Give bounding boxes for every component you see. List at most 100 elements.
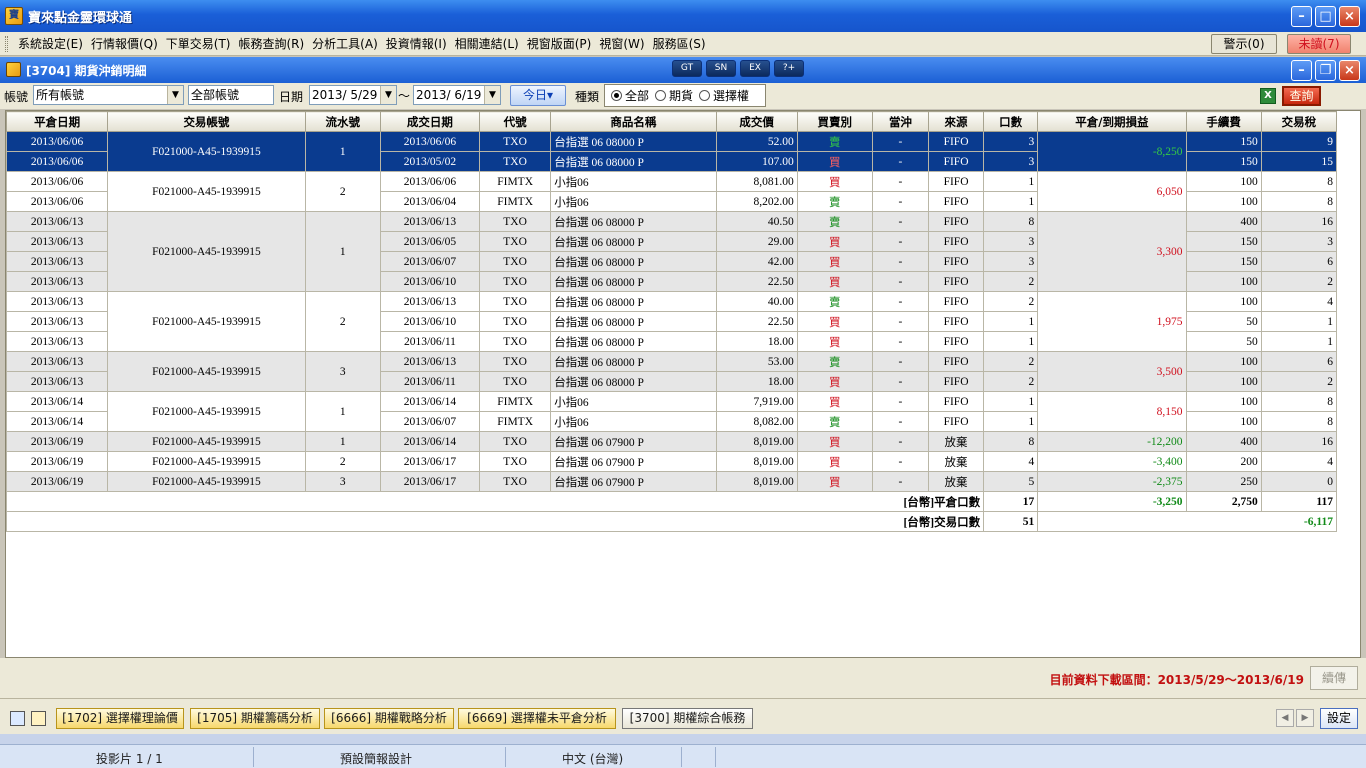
fee-cell: 100 xyxy=(1185,371,1262,392)
close-date-cell: 2013/06/13 xyxy=(6,251,109,272)
column-header[interactable]: 交易稅 xyxy=(1260,111,1338,132)
unread-button[interactable]: 未讀(7) xyxy=(1287,34,1351,54)
menu-item[interactable]: 分析工具(A) xyxy=(308,36,382,52)
today-button[interactable]: 今日▾ xyxy=(510,85,566,106)
account-select[interactable]: 所有帳號 ▼ xyxy=(33,85,184,105)
daytrade-cell: - xyxy=(871,271,930,292)
scroll-right-icon[interactable]: ▶ xyxy=(1296,709,1314,727)
menu-bar: 系統設定(E) 行情報價(Q) 下單交易(T) 帳務查詢(R) 分析工具(A) 投資情報(… xyxy=(0,32,1366,56)
menu-item[interactable]: 帳務查詢(R) xyxy=(234,36,308,52)
source-cell: 放棄 xyxy=(927,471,985,492)
table-row[interactable]: 2013/06/19 F021000-A45-1939915 3 2013/06/17… xyxy=(6,471,1338,492)
type-radio[interactable]: 期貨 xyxy=(655,87,693,104)
date-to-picker[interactable]: 2013/ 6/19 ▼ xyxy=(413,85,501,105)
tax-cell: 6 xyxy=(1260,351,1338,372)
menu-item[interactable]: 下單交易(T) xyxy=(162,36,235,52)
table-row[interactable]: 2013/06/06 F021000-A45-1939915 2 2013/06/06… xyxy=(6,171,1338,212)
toolbar-help[interactable]: ?+ xyxy=(774,60,804,77)
column-header[interactable]: 買賣別 xyxy=(796,111,873,132)
column-header[interactable]: 成交價 xyxy=(715,111,798,132)
table-row[interactable]: 2013/06/19 F021000-A45-1939915 2 2013/06/17… xyxy=(6,451,1338,472)
price-cell: 42.00 xyxy=(715,251,798,272)
column-header[interactable]: 當沖 xyxy=(871,111,930,132)
trade-net-total: -6,117 xyxy=(1037,511,1337,532)
daytrade-cell: - xyxy=(871,311,930,332)
minimize-button[interactable]: – xyxy=(1291,6,1312,27)
continue-button[interactable]: 續傳 xyxy=(1310,666,1358,690)
close-date-cell: 2013/06/06 xyxy=(6,191,109,212)
slide-indicator: 投影片 1 / 1 xyxy=(96,752,163,766)
column-header[interactable]: 代號 xyxy=(479,111,552,132)
account-all-field[interactable]: 全部帳號 xyxy=(188,85,274,105)
maximize-button[interactable]: □ xyxy=(1315,6,1336,27)
task-button[interactable]: [6669] 選擇權未平倉分析 xyxy=(458,708,616,729)
date-from-picker[interactable]: 2013/ 5/29 ▼ xyxy=(309,85,397,105)
menu-item[interactable]: 視窗(W) xyxy=(595,36,648,52)
table-row[interactable]: 2013/06/13 F021000-A45-1939915 3 2013/06/13… xyxy=(6,351,1338,392)
data-grid[interactable]: 平倉日期 交易帳號 流水號 成交日期 代號 商品名稱 成交價 買賣別 當沖 來源 口數 平倉/到期損益… xyxy=(5,110,1361,658)
trade-date-cell: 2013/06/10 xyxy=(379,311,481,332)
price-cell: 22.50 xyxy=(715,271,798,292)
cascade-window-icon[interactable] xyxy=(31,711,46,726)
settings-button[interactable]: 設定 xyxy=(1320,708,1358,729)
sub-restore-button[interactable]: ❐ xyxy=(1315,60,1336,81)
code-cell: TXO xyxy=(479,211,552,232)
trade-date-cell: 2013/06/07 xyxy=(379,411,481,432)
column-header[interactable]: 商品名稱 xyxy=(550,111,717,132)
table-row[interactable]: 2013/06/06 F021000-A45-1939915 1 2013/06/06… xyxy=(6,131,1338,172)
table-row[interactable]: 2013/06/14 F021000-A45-1939915 1 2013/06/14… xyxy=(6,391,1338,432)
menu-item[interactable]: 投資情報(I) xyxy=(382,36,451,52)
type-radio[interactable]: 全部 xyxy=(611,87,649,104)
excel-export-icon[interactable]: X xyxy=(1260,88,1276,104)
radio-label: 期貨 xyxy=(669,89,694,103)
price-cell: 8,019.00 xyxy=(715,431,798,452)
type-radio[interactable]: 選擇權 xyxy=(699,87,749,104)
menu-item[interactable]: 視窗版面(P) xyxy=(523,36,596,52)
column-header[interactable]: 口數 xyxy=(983,111,1039,132)
column-header[interactable]: 平倉日期 xyxy=(6,111,109,132)
task-button[interactable]: [1702] 選擇權理論價 xyxy=(56,708,184,729)
menu-item[interactable]: 行情報價(Q) xyxy=(87,36,162,52)
price-cell: 22.50 xyxy=(715,311,798,332)
sub-close-button[interactable]: × xyxy=(1339,60,1360,81)
table-row[interactable]: 2013/06/13 F021000-A45-1939915 2 2013/06/13… xyxy=(6,291,1338,352)
column-header[interactable]: 流水號 xyxy=(304,111,381,132)
menu-item[interactable]: 服務區(S) xyxy=(649,36,710,52)
serial-cell: 2 xyxy=(304,291,381,352)
task-button[interactable]: [6666] 期權戰略分析 xyxy=(324,708,454,729)
close-total-label: [台幣]平倉口數 xyxy=(6,491,985,512)
task-button[interactable]: [3700] 期權綜合帳務 xyxy=(622,708,753,729)
source-cell: FIFO xyxy=(927,331,985,352)
query-button[interactable]: 查詢 xyxy=(1282,86,1321,106)
menu-item[interactable]: 系統設定(E) xyxy=(14,36,87,52)
fee-cell: 100 xyxy=(1185,351,1262,372)
toolbar-tool-1[interactable]: GT xyxy=(672,60,702,77)
source-cell: FIFO xyxy=(927,251,985,272)
task-button[interactable]: [1705] 期權籌碼分析 xyxy=(190,708,320,729)
quantity-cell: 3 xyxy=(983,231,1039,252)
tile-window-icon[interactable] xyxy=(10,711,25,726)
trade-date-cell: 2013/06/14 xyxy=(379,391,481,412)
table-row[interactable]: 2013/06/13 F021000-A45-1939915 1 2013/06/13… xyxy=(6,211,1338,292)
column-header[interactable]: 交易帳號 xyxy=(107,111,306,132)
menu-item[interactable]: 相關連結(L) xyxy=(451,36,523,52)
column-header[interactable]: 來源 xyxy=(927,111,985,132)
side-cell: 賣 xyxy=(796,131,873,152)
toolbar-tool-2[interactable]: SN xyxy=(706,60,736,77)
scroll-left-icon[interactable]: ◀ xyxy=(1276,709,1294,727)
side-cell: 買 xyxy=(796,451,873,472)
quantity-cell: 1 xyxy=(983,311,1039,332)
column-header[interactable]: 平倉/到期損益 xyxy=(1037,111,1187,132)
price-cell: 8,019.00 xyxy=(715,451,798,472)
column-header[interactable]: 成交日期 xyxy=(379,111,481,132)
pnl-cell: 6,050 xyxy=(1037,171,1187,212)
fee-cell: 400 xyxy=(1185,211,1262,232)
close-button[interactable]: × xyxy=(1339,6,1360,27)
column-header[interactable]: 手續費 xyxy=(1185,111,1262,132)
product-name-cell: 台指選 06 08000 P xyxy=(550,291,717,312)
alert-button[interactable]: 警示(0) xyxy=(1211,34,1277,54)
totals-row-close: [台幣]平倉口數 17 -3,250 2,750 117 xyxy=(6,491,1338,512)
sub-minimize-button[interactable]: – xyxy=(1291,60,1312,81)
toolbar-tool-3[interactable]: EX xyxy=(740,60,770,77)
table-row[interactable]: 2013/06/19 F021000-A45-1939915 1 2013/06/14… xyxy=(6,431,1338,452)
